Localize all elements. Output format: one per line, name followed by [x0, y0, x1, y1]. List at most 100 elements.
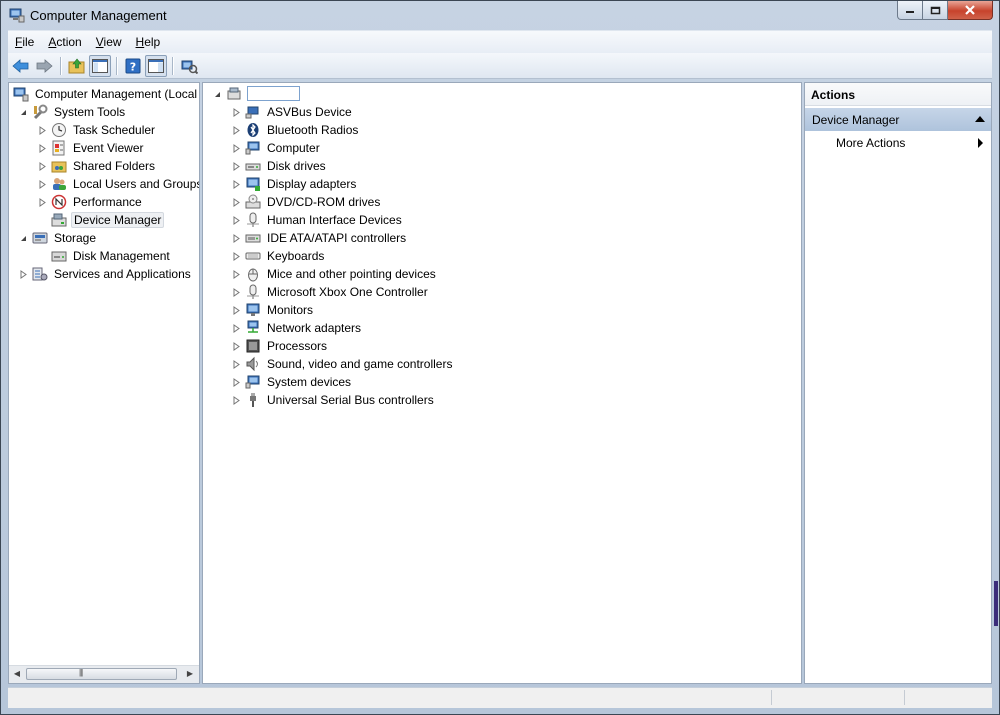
device-category-item[interactable]: Sound, video and game controllers: [232, 355, 454, 373]
collapsed-arrow-icon[interactable]: [232, 143, 241, 153]
collapsed-arrow-icon[interactable]: [232, 287, 241, 297]
tree-item-local-users-and-groups[interactable]: Local Users and Groups: [38, 175, 199, 193]
collapsed-arrow-icon[interactable]: [232, 269, 241, 279]
tree-item-task-scheduler[interactable]: Task Scheduler: [38, 121, 157, 139]
collapse-arrow-icon[interactable]: [975, 116, 985, 122]
device-category-item[interactable]: Universal Serial Bus controllers: [232, 391, 436, 409]
menu-file[interactable]: File: [8, 31, 41, 53]
collapsed-arrow-icon[interactable]: [38, 161, 47, 171]
device-tree-pane[interactable]: ASVBus Device Bluetooth Radios Computer Dis…: [202, 82, 802, 684]
show-hide-console-tree-button[interactable]: [89, 54, 111, 77]
back-button[interactable]: [10, 55, 32, 77]
monitor-icon: [246, 303, 260, 316]
collapsed-arrow-icon[interactable]: [19, 269, 28, 279]
properties-button[interactable]: [178, 55, 200, 77]
device-category-item[interactable]: Monitors: [232, 301, 315, 319]
scrollbar-grip: |||: [79, 668, 83, 677]
device-category-item[interactable]: ASVBus Device: [232, 103, 354, 121]
forward-button[interactable]: [33, 55, 55, 77]
expanded-arrow-icon[interactable]: [19, 234, 28, 243]
device-category-label: Keyboards: [267, 249, 325, 263]
help-button[interactable]: ?: [122, 55, 144, 77]
up-one-level-button[interactable]: [66, 55, 88, 77]
tree-item-services-and-applications[interactable]: Services and Applications: [19, 265, 193, 283]
tree-item-performance[interactable]: Performance: [38, 193, 144, 211]
device-category-item[interactable]: Bluetooth Radios: [232, 121, 360, 139]
actions-group-device-manager[interactable]: Device Manager: [805, 108, 991, 131]
network-adapter-icon: [247, 320, 259, 333]
tree-item-device-manager[interactable]: Device Manager: [51, 211, 165, 229]
title-bar[interactable]: Computer Management: [1, 1, 999, 29]
tree-item-system-tools[interactable]: System Tools: [19, 103, 127, 121]
computer-management-app-icon: [9, 8, 25, 23]
scroll-left-arrow-icon[interactable]: ◀: [12, 669, 22, 679]
collapsed-arrow-icon[interactable]: [232, 233, 241, 243]
maximize-button[interactable]: [923, 1, 948, 20]
collapsed-arrow-icon[interactable]: [232, 377, 241, 387]
tree-item-label: Performance: [73, 195, 142, 209]
collapsed-arrow-icon[interactable]: [38, 125, 47, 135]
device-category-item[interactable]: Human Interface Devices: [232, 211, 404, 229]
computer-name-edit[interactable]: [247, 86, 300, 101]
collapsed-arrow-icon[interactable]: [232, 305, 241, 315]
device-category-item[interactable]: Computer: [232, 139, 322, 157]
tree-item-storage[interactable]: Storage: [19, 229, 98, 247]
system-devices-icon: [245, 375, 260, 389]
expanded-arrow-icon[interactable]: [19, 108, 28, 117]
device-category-item[interactable]: System devices: [232, 373, 353, 391]
close-button[interactable]: [948, 1, 993, 20]
collapsed-arrow-icon[interactable]: [232, 197, 241, 207]
device-category-item[interactable]: Mice and other pointing devices: [232, 265, 438, 283]
collapsed-arrow-icon[interactable]: [232, 395, 241, 405]
tree-item-root[interactable]: Computer Management (Local: [13, 85, 199, 103]
device-category-item[interactable]: Keyboards: [232, 247, 326, 265]
minimize-button[interactable]: [897, 1, 923, 20]
show-hide-action-pane-button[interactable]: [145, 54, 167, 77]
collapsed-arrow-icon[interactable]: [232, 215, 241, 225]
device-tree-root[interactable]: [213, 85, 246, 103]
tree-item-label: Services and Applications: [54, 267, 191, 281]
collapsed-arrow-icon[interactable]: [232, 341, 241, 351]
more-actions-item[interactable]: More Actions: [805, 133, 991, 153]
device-category-item[interactable]: IDE ATA/ATAPI controllers: [232, 229, 408, 247]
collapsed-arrow-icon[interactable]: [38, 143, 47, 153]
device-category-label: Disk drives: [267, 159, 326, 173]
tree-item-shared-folders[interactable]: Shared Folders: [38, 157, 157, 175]
device-category-item[interactable]: Network adapters: [232, 319, 363, 337]
scrollbar-thumb[interactable]: [26, 668, 177, 680]
device-category-label: Monitors: [267, 303, 314, 317]
collapsed-arrow-icon[interactable]: [232, 323, 241, 333]
collapsed-arrow-icon[interactable]: [232, 251, 241, 261]
menu-help[interactable]: Help: [129, 31, 168, 53]
collapsed-arrow-icon[interactable]: [232, 359, 241, 369]
device-category-item[interactable]: Display adapters: [232, 175, 358, 193]
collapsed-arrow-icon[interactable]: [38, 197, 47, 207]
menu-view[interactable]: View: [89, 31, 129, 53]
collapsed-arrow-icon[interactable]: [232, 161, 241, 171]
scroll-right-arrow-icon[interactable]: ▶: [185, 669, 195, 679]
device-category-label: Human Interface Devices: [267, 213, 402, 227]
horizontal-scrollbar[interactable]: ◀ ||| ▶: [9, 665, 199, 683]
tree-item-event-viewer[interactable]: Event Viewer: [38, 139, 145, 157]
sound-icon: [246, 356, 258, 372]
menu-action[interactable]: Action: [41, 31, 88, 53]
tree-item-disk-management[interactable]: Disk Management: [51, 247, 172, 265]
expanded-arrow-icon[interactable]: [213, 90, 222, 99]
device-category-item[interactable]: Microsoft Xbox One Controller: [232, 283, 430, 301]
svg-text:?: ?: [130, 60, 136, 73]
console-tree-pane[interactable]: Computer Management (Local System Tools …: [8, 82, 200, 684]
processor-icon: [246, 339, 260, 353]
storage-icon: [32, 232, 48, 244]
status-bar-divider: [904, 690, 905, 705]
device-category-label: Sound, video and game controllers: [267, 357, 453, 371]
device-category-item[interactable]: Processors: [232, 337, 329, 355]
collapsed-arrow-icon[interactable]: [232, 107, 241, 117]
tree-item-label: Storage: [54, 231, 97, 245]
device-category-label: Microsoft Xbox One Controller: [267, 285, 428, 299]
device-category-label: Mice and other pointing devices: [267, 267, 436, 281]
collapsed-arrow-icon[interactable]: [232, 179, 241, 189]
device-category-item[interactable]: Disk drives: [232, 157, 328, 175]
collapsed-arrow-icon[interactable]: [232, 125, 241, 135]
collapsed-arrow-icon[interactable]: [38, 179, 47, 189]
device-category-item[interactable]: DVD/CD-ROM drives: [232, 193, 382, 211]
